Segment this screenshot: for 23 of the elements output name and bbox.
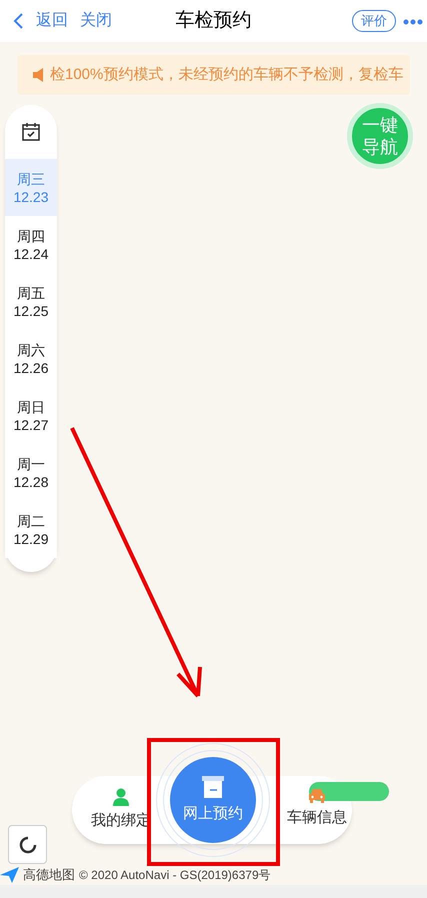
back-icon[interactable] bbox=[12, 12, 24, 30]
back-link[interactable]: 返回 bbox=[36, 9, 68, 33]
document-icon bbox=[201, 774, 225, 799]
more-icon[interactable] bbox=[403, 19, 423, 25]
speaker-icon bbox=[33, 68, 46, 82]
date-item[interactable]: 周六 12.26 bbox=[5, 330, 57, 387]
rate-button[interactable]: 评价 bbox=[352, 10, 396, 32]
loading-button[interactable] bbox=[8, 825, 47, 864]
date-item[interactable]: 周一 12.28 bbox=[5, 444, 57, 501]
vehicle-info-tab[interactable]: 车辆信息 bbox=[287, 807, 347, 830]
page-title: 车检预约 bbox=[176, 8, 252, 33]
person-icon[interactable] bbox=[112, 788, 130, 806]
date-item[interactable]: 周二 12.29 bbox=[5, 501, 57, 558]
calendar-icon[interactable] bbox=[21, 122, 41, 142]
spinner-icon bbox=[18, 836, 36, 854]
notice-text: 检100%预约模式，未经预约的车辆不予检测，复检车 bbox=[50, 64, 404, 85]
date-item[interactable]: 周五 12.25 bbox=[5, 273, 57, 330]
close-link[interactable]: 关闭 bbox=[80, 9, 112, 33]
map-brand: 高德地图 bbox=[23, 866, 75, 884]
map-copyright: © 2020 AutoNavi - GS(2019)6379号 bbox=[79, 866, 271, 884]
date-item[interactable]: 周四 12.24 bbox=[5, 216, 57, 273]
date-item[interactable]: 周日 12.27 bbox=[5, 387, 57, 444]
car-icon[interactable] bbox=[308, 788, 326, 803]
